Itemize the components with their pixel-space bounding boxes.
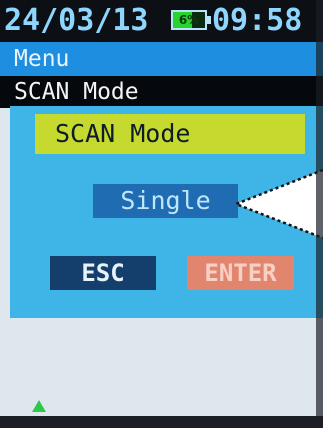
bezel-right (316, 0, 323, 428)
callout-pointer (232, 168, 323, 240)
device-screen: 24/03/13 6% 09:58 Menu SCAN Mode SCAN Mo… (0, 0, 323, 428)
bezel-bottom (0, 416, 323, 428)
